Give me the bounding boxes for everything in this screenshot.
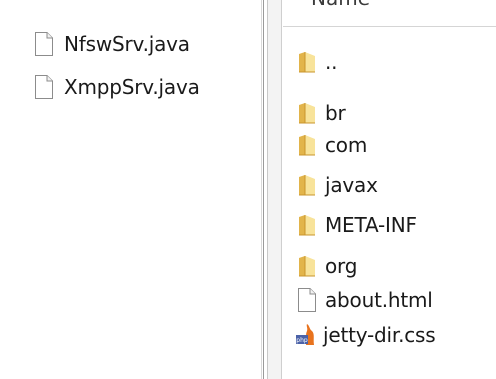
file-name: XmppSrv.java (64, 75, 200, 99)
item-name: javax (325, 173, 378, 197)
pane-splitter[interactable] (256, 0, 283, 379)
list-item[interactable]: br (297, 98, 346, 128)
list-item[interactable]: .. (297, 47, 338, 77)
list-item[interactable]: XmppSrv.java (34, 72, 200, 102)
file-icon (35, 75, 53, 99)
file-name: NfswSrv.java (64, 32, 190, 56)
file-browser-window: NfswSrv.java XmppSrv.java Name (0, 0, 496, 379)
column-header-label: Name (311, 0, 370, 10)
folder-icon (299, 135, 315, 156)
list-item[interactable]: META-INF (297, 210, 417, 240)
item-name: org (325, 254, 358, 278)
folder-icon (299, 103, 315, 124)
list-item[interactable]: about.html (297, 285, 433, 315)
file-icon (298, 288, 316, 312)
file-icon (35, 32, 53, 56)
right-file-list: Name .. br (283, 0, 496, 379)
svg-text:php: php (296, 337, 308, 344)
list-item[interactable]: NfswSrv.java (34, 29, 190, 59)
php-file-icon: php (296, 324, 314, 345)
item-name: com (325, 133, 368, 157)
folder-icon (299, 175, 315, 196)
list-item[interactable]: javax (297, 170, 378, 200)
folder-icon (299, 256, 315, 277)
item-name: jetty-dir.css (323, 323, 436, 347)
folder-icon (299, 52, 315, 73)
left-file-list: NfswSrv.java XmppSrv.java (0, 0, 256, 379)
list-item[interactable]: php jetty-dir.css (295, 320, 436, 350)
item-name: about.html (325, 288, 433, 312)
folder-icon (299, 215, 315, 236)
list-item[interactable]: org (297, 251, 357, 281)
list-item[interactable]: com (297, 130, 367, 160)
item-name: META-INF (325, 213, 417, 237)
item-name: br (325, 101, 346, 125)
item-name: .. (325, 50, 338, 74)
column-header-name[interactable]: Name (283, 0, 496, 27)
